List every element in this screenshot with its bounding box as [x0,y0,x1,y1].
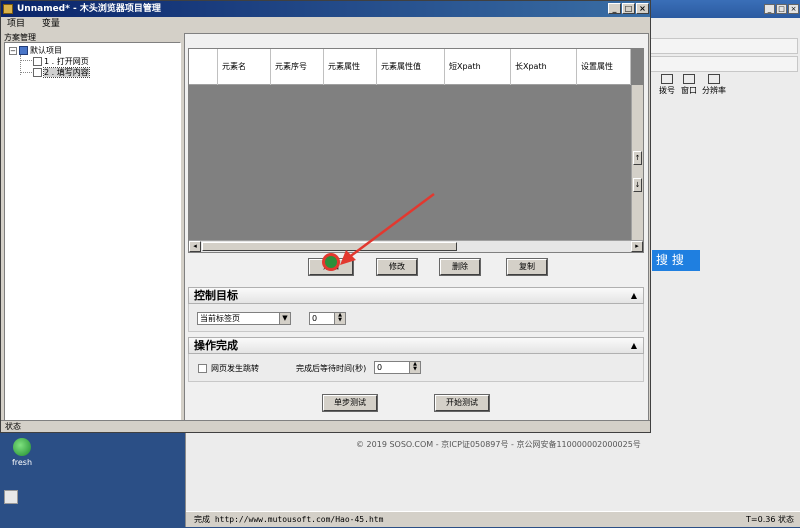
collapse-icon[interactable]: ▲ [631,338,637,354]
column-header[interactable]: 短Xpath [444,49,510,85]
page-icon [33,68,42,77]
bg-status-url: 完成 http://www.mutousoft.com/Hao-45.htm [194,515,384,524]
annotation-arrow-icon [340,192,435,265]
bg-close-button[interactable]: × [788,4,799,14]
app-icon [3,4,13,14]
status-bar: 状态 [1,420,650,432]
bg-maximize-button[interactable]: □ [776,4,787,14]
start-test-button[interactable]: 开始测试 [434,394,490,412]
operation-complete-body: 网页发生跳转 完成后等待时间(秒) 0 ▲ ▼ [188,354,644,382]
menu-bar: 项目 变量 [1,17,650,31]
page-redirect-checkbox[interactable] [198,364,207,373]
wait-time-label: 完成后等待时间(秒) [296,364,367,373]
wait-time-value: 0 [377,363,383,372]
bg-tab-strip [646,56,798,72]
page-redirect-label: 网页发生跳转 [211,364,259,373]
column-header[interactable]: 长Xpath [510,49,576,85]
bg-status-right: T=0.36 状态 [746,515,794,524]
step-test-button[interactable]: 单步测试 [322,394,378,412]
desktop-refresh-shortcut[interactable]: fresh [2,438,42,467]
desktop-icon-label: fresh [11,458,33,467]
window-titlebar[interactable]: Unnamed* - 木头浏览器项目管理 _ □ × [1,1,650,17]
row-header-cell [189,49,217,85]
bg-search-button[interactable]: 搜 搜 [652,250,700,271]
tree-item-label: 2 . 填写内容 [43,67,90,78]
window-title: Unnamed* - 木头浏览器项目管理 [17,4,161,14]
desktop-file-icon[interactable] [4,490,18,504]
tree-item-open-page[interactable]: 1 . 打开网页 [33,56,89,67]
project-manager-window: Unnamed* - 木头浏览器项目管理 _ □ × 项目 变量 方案管理 − 默… [0,0,651,433]
column-header[interactable]: 元素序号 [270,49,323,85]
target-tab-select[interactable]: 当前标签页 ▼ [197,312,291,325]
close-button[interactable]: × [636,3,649,14]
control-target-title: 控制目标 [194,289,238,302]
maximize-button[interactable]: □ [622,3,635,14]
tree-item-fill-content[interactable]: 2 . 填写内容 [33,67,90,78]
table-vertical-scrollbar[interactable]: ↑ ↓ [631,85,643,240]
collapse-icon[interactable]: − [9,46,17,55]
tree-root-label: 默认项目 [30,46,62,55]
menu-project[interactable]: 项目 [5,19,27,29]
stepper-arrows-icon[interactable]: ▲ ▼ [334,313,345,324]
stepper-arrows-icon[interactable]: ▲ ▼ [409,362,420,373]
element-table-header: 元素名 元素序号 元素属性 元素属性值 短Xpath 长Xpath 设置属性 编 [189,49,631,85]
bg-status-bar: 完成 http://www.mutousoft.com/Hao-45.htm T… [186,511,800,527]
refresh-icon [13,438,31,456]
column-header[interactable]: 元素名 [217,49,270,85]
control-target-body: 当前标签页 ▼ 0 ▲ ▼ [188,304,644,332]
scroll-right-icon[interactable]: ▸ [631,241,643,252]
delete-button[interactable]: 删除 [439,258,481,276]
scroll-up-icon[interactable]: ↑ [633,151,642,165]
control-target-header[interactable]: 控制目标 ▲ [188,287,644,304]
bg-address-bar[interactable] [646,38,798,54]
tree-item-label: 1 . 打开网页 [44,57,89,66]
target-tab-select-value: 当前标签页 [200,314,240,323]
target-index-value: 0 [312,314,318,323]
column-header[interactable]: 设置属性 [576,49,630,85]
minimize-button[interactable]: _ [608,3,621,14]
target-index-stepper[interactable]: 0 ▲ ▼ [309,312,346,325]
collapse-icon[interactable]: ▲ [631,288,637,304]
bg-toolbar-resolution[interactable]: 分辨率 [694,74,734,96]
chevron-down-icon[interactable]: ▼ [279,313,290,324]
column-header[interactable]: 元素属性 [323,49,376,85]
menu-variables[interactable]: 变量 [40,19,62,29]
column-header[interactable]: 编 [630,49,635,85]
monitor-icon [708,74,720,84]
tree-root-item[interactable]: − 默认项目 [9,45,62,56]
column-header[interactable]: 元素属性值 [376,49,444,85]
project-tree[interactable]: − 默认项目 1 . 打开网页 2 . 填写内容 [4,42,181,421]
wait-time-stepper[interactable]: 0 ▲ ▼ [374,361,421,374]
scroll-left-icon[interactable]: ◂ [189,241,201,252]
bg-page-footer: © 2019 SOSO.COM - 京ICP证050897号 - 京公网安备11… [356,440,641,449]
operation-complete-title: 操作完成 [194,339,238,352]
scroll-down-icon[interactable]: ↓ [633,178,642,192]
operation-complete-header[interactable]: 操作完成 ▲ [188,337,644,354]
copy-button[interactable]: 复制 [506,258,548,276]
bg-minimize-button[interactable]: _ [764,4,775,14]
page-icon [33,57,42,66]
project-icon [19,46,28,55]
